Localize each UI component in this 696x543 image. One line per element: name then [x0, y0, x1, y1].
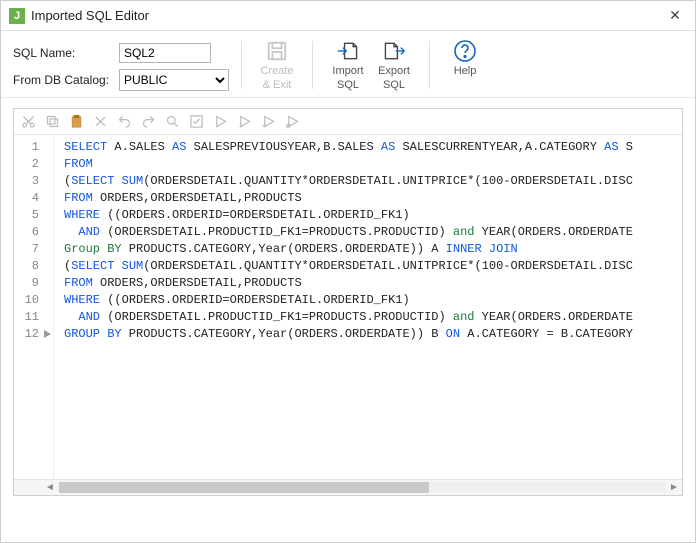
sql-name-input[interactable]: [119, 43, 211, 63]
code-line[interactable]: GROUP BY PRODUCTS.CATEGORY,Year(ORDERS.O…: [64, 326, 676, 343]
form-panel: SQL Name: From DB Catalog: PUBLIC: [13, 37, 229, 93]
separator: [241, 41, 242, 89]
code-line[interactable]: AND (ORDERSDETAIL.PRODUCTID_FK1=PRODUCTS…: [64, 224, 676, 241]
import-icon: [335, 39, 361, 63]
redo-icon[interactable]: [140, 114, 156, 130]
code-content[interactable]: SELECT A.SALES AS SALESPREVIOUSYEAR,B.SA…: [54, 135, 682, 479]
undo-icon[interactable]: [116, 114, 132, 130]
line-number: 2: [14, 156, 53, 173]
create-exit-label-1: Create: [260, 65, 293, 77]
code-line[interactable]: WHERE ((ORDERS.ORDERID=ORDERSDETAIL.ORDE…: [64, 207, 676, 224]
editor-toolbar: [14, 109, 682, 135]
check-icon[interactable]: [188, 114, 204, 130]
line-number: 4: [14, 190, 53, 207]
scroll-left-icon[interactable]: ◄: [42, 480, 58, 495]
run-icon[interactable]: [212, 114, 228, 130]
separator: [312, 41, 313, 89]
db-catalog-label: From DB Catalog:: [13, 73, 113, 87]
search-icon[interactable]: [164, 114, 180, 130]
export-sql-label-1: Export: [378, 65, 410, 77]
export-sql-label-2: SQL: [383, 79, 405, 91]
code-line[interactable]: FROM ORDERS,ORDERSDETAIL,PRODUCTS: [64, 275, 676, 292]
help-icon: [452, 39, 478, 63]
create-exit-label-2: & Exit: [263, 79, 292, 91]
copy-icon[interactable]: [44, 114, 60, 130]
export-icon: [381, 39, 407, 63]
create-exit-button: Create & Exit: [254, 37, 300, 93]
run-step-icon[interactable]: [236, 114, 252, 130]
code-line[interactable]: Group BY PRODUCTS.CATEGORY,Year(ORDERS.O…: [64, 241, 676, 258]
line-number: 7: [14, 241, 53, 258]
line-number: 8: [14, 258, 53, 275]
app-icon: J: [9, 8, 25, 24]
code-line[interactable]: AND (ORDERSDETAIL.PRODUCTID_FK1=PRODUCTS…: [64, 309, 676, 326]
run-cancel-icon[interactable]: [284, 114, 300, 130]
help-button[interactable]: Help: [442, 37, 488, 93]
line-number: 3: [14, 173, 53, 190]
run-to-cursor-icon[interactable]: [260, 114, 276, 130]
scroll-right-icon[interactable]: ►: [666, 480, 682, 495]
sql-name-label: SQL Name:: [13, 46, 113, 60]
cut-icon[interactable]: [20, 114, 36, 130]
separator: [429, 41, 430, 89]
code-area[interactable]: 123456789101112 SELECT A.SALES AS SALESP…: [14, 135, 682, 479]
horizontal-scrollbar[interactable]: ◄ ►: [14, 479, 682, 495]
db-catalog-select[interactable]: PUBLIC: [119, 69, 229, 91]
paste-icon[interactable]: [68, 114, 84, 130]
code-line[interactable]: SELECT A.SALES AS SALESPREVIOUSYEAR,B.SA…: [64, 139, 676, 156]
top-toolbar: SQL Name: From DB Catalog: PUBLIC Create…: [1, 31, 695, 98]
line-number: 1: [14, 139, 53, 156]
save-icon: [264, 39, 290, 63]
close-button[interactable]: ✕: [663, 7, 687, 24]
line-number: 6: [14, 224, 53, 241]
window-title: Imported SQL Editor: [31, 8, 663, 23]
scroll-thumb[interactable]: [59, 482, 429, 493]
titlebar: J Imported SQL Editor ✕: [1, 1, 695, 31]
delete-icon[interactable]: [92, 114, 108, 130]
import-sql-label-2: SQL: [337, 79, 359, 91]
code-line[interactable]: (SELECT SUM(ORDERSDETAIL.QUANTITY*ORDERS…: [64, 173, 676, 190]
export-sql-button[interactable]: Export SQL: [371, 37, 417, 93]
line-number: 5: [14, 207, 53, 224]
code-line[interactable]: WHERE ((ORDERS.ORDERID=ORDERSDETAIL.ORDE…: [64, 292, 676, 309]
import-sql-button[interactable]: Import SQL: [325, 37, 371, 93]
import-sql-label-1: Import: [332, 65, 363, 77]
code-line[interactable]: FROM ORDERS,ORDERSDETAIL,PRODUCTS: [64, 190, 676, 207]
help-label: Help: [454, 65, 477, 77]
line-gutter: 123456789101112: [14, 135, 54, 479]
line-number: 12: [14, 326, 53, 343]
editor-panel: 123456789101112 SELECT A.SALES AS SALESP…: [13, 108, 683, 496]
code-line[interactable]: FROM: [64, 156, 676, 173]
line-number: 11: [14, 309, 53, 326]
line-number: 9: [14, 275, 53, 292]
code-line[interactable]: (SELECT SUM(ORDERSDETAIL.QUANTITY*ORDERS…: [64, 258, 676, 275]
line-number: 10: [14, 292, 53, 309]
